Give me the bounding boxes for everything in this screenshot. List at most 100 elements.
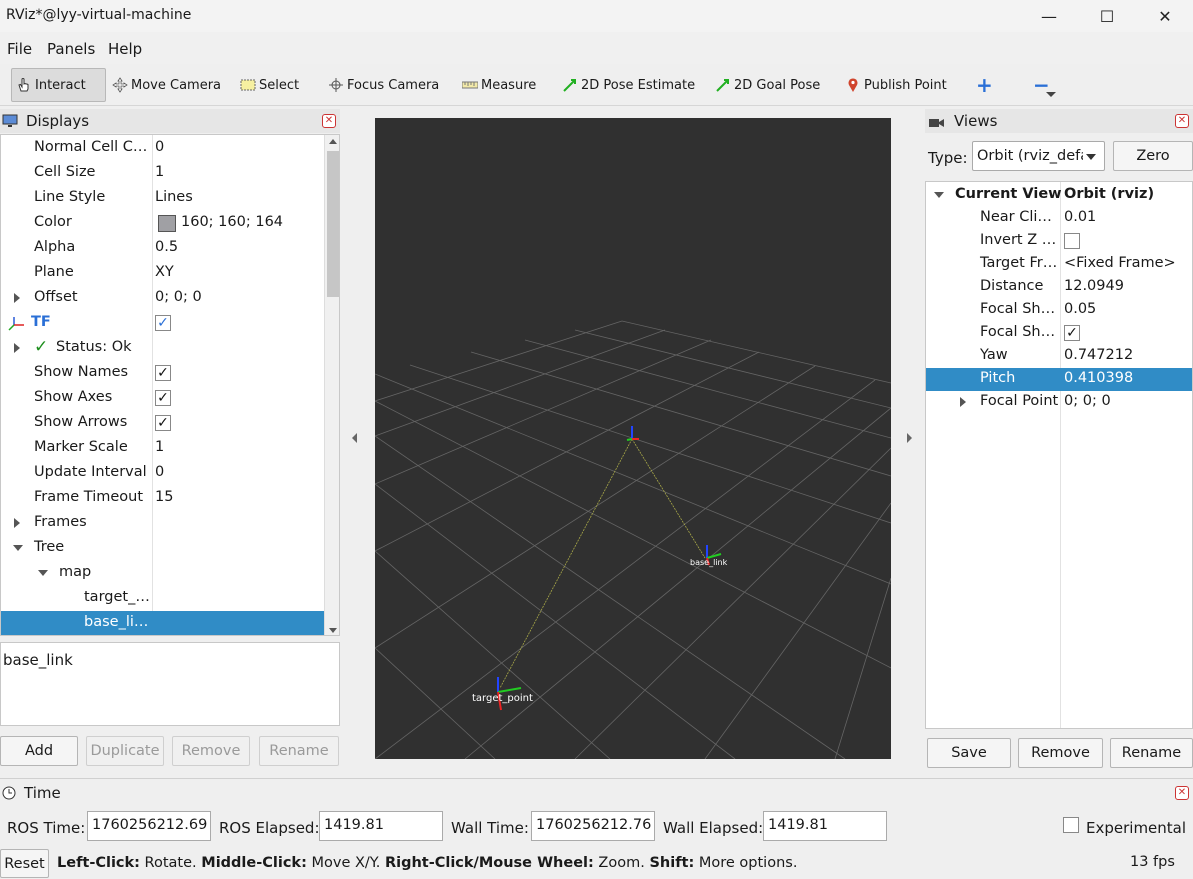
prop-row[interactable]: ✓ Status: Ok: [1, 336, 324, 361]
measure-tool[interactable]: Measure: [458, 68, 540, 102]
wall-time-field[interactable]: 1760256212.76: [531, 811, 655, 841]
show-names-checkbox[interactable]: ✓: [155, 365, 171, 381]
prop-row[interactable]: Show Arrows ✓: [1, 411, 324, 436]
minimize-button[interactable]: —: [1020, 0, 1078, 32]
show-arrows-checkbox[interactable]: ✓: [155, 415, 171, 431]
add-button[interactable]: Add: [0, 736, 78, 766]
focus-camera-tool[interactable]: Focus Camera: [324, 68, 443, 102]
prop-row[interactable]: Show Names ✓: [1, 361, 324, 386]
prop-value[interactable]: 0.5: [155, 239, 178, 255]
close-icon[interactable]: ✕: [1175, 786, 1189, 800]
expand-arrow-icon[interactable]: [14, 518, 20, 528]
prop-row[interactable]: Offset 0; 0; 0: [1, 286, 324, 311]
collapse-arrow-icon[interactable]: [38, 570, 48, 576]
prop-row[interactable]: Color 160; 160; 164: [1, 211, 324, 236]
view-prop-value[interactable]: 0.410398: [1064, 370, 1133, 386]
focal-shape-checkbox[interactable]: ✓: [1064, 325, 1080, 341]
prop-row[interactable]: Alpha 0.5: [1, 236, 324, 261]
reset-button[interactable]: Reset: [0, 849, 49, 878]
goal-pose-tool[interactable]: 2D Goal Pose: [711, 68, 824, 102]
tree-item[interactable]: map: [1, 561, 324, 586]
prop-value[interactable]: 15: [155, 489, 173, 505]
prop-value[interactable]: XY: [155, 264, 174, 280]
prop-value[interactable]: 1: [155, 439, 164, 455]
ros-elapsed-field[interactable]: 1419.81: [319, 811, 443, 841]
view-type-select[interactable]: Orbit (rviz_defa: [972, 141, 1105, 171]
expand-arrow-icon[interactable]: [960, 397, 966, 407]
prop-row[interactable]: Marker Scale 1: [1, 436, 324, 461]
show-axes-checkbox[interactable]: ✓: [155, 390, 171, 406]
color-swatch[interactable]: [158, 215, 176, 232]
zero-button[interactable]: Zero: [1113, 141, 1193, 171]
collapse-arrow-icon[interactable]: [13, 545, 23, 551]
publish-point-tool[interactable]: Publish Point: [841, 68, 951, 102]
interact-tool[interactable]: Interact: [11, 68, 106, 102]
view-prop-value[interactable]: 0.05: [1064, 301, 1096, 317]
pose-estimate-tool[interactable]: 2D Pose Estimate: [558, 68, 699, 102]
view-prop-row[interactable]: Yaw 0.747212: [926, 345, 1192, 368]
prop-value[interactable]: 0; 0; 0: [155, 289, 202, 305]
remove-view-button[interactable]: Remove: [1018, 738, 1103, 768]
view-prop-row[interactable]: Focal Sh… ✓: [926, 322, 1192, 345]
view-prop-row[interactable]: Invert Z …: [926, 230, 1192, 253]
prop-row[interactable]: Normal Cell C… 0: [1, 136, 324, 161]
view-prop-row[interactable]: Distance 12.0949: [926, 276, 1192, 299]
prop-value[interactable]: 160; 160; 164: [181, 214, 283, 230]
view-prop-row-selected[interactable]: Pitch 0.410398: [926, 368, 1192, 391]
view-prop-row[interactable]: Target Fr… <Fixed Frame>: [926, 253, 1192, 276]
tree-item-selected[interactable]: base_li…: [1, 611, 324, 635]
expand-arrow-icon[interactable]: [14, 343, 20, 353]
view-prop-value[interactable]: 12.0949: [1064, 278, 1124, 294]
view-prop-value[interactable]: <Fixed Frame>: [1064, 255, 1176, 271]
prop-value[interactable]: 1: [155, 164, 164, 180]
prop-row[interactable]: Plane XY: [1, 261, 324, 286]
save-view-button[interactable]: Save: [927, 738, 1011, 768]
close-icon[interactable]: ✕: [322, 114, 336, 128]
collapse-arrow-icon[interactable]: [934, 192, 944, 198]
remove-display-button[interactable]: Remove: [172, 736, 250, 766]
prop-value[interactable]: 0: [155, 464, 164, 480]
close-icon[interactable]: ✕: [1175, 114, 1189, 128]
view-prop-row[interactable]: Near Cli… 0.01: [926, 207, 1192, 230]
invert-z-checkbox[interactable]: [1064, 233, 1080, 249]
prop-row[interactable]: Frames: [1, 511, 324, 536]
toolbar-overflow-icon[interactable]: [1046, 92, 1056, 97]
collapse-right-icon[interactable]: [907, 433, 912, 443]
view-prop-value[interactable]: 0.01: [1064, 209, 1096, 225]
scrollbar-thumb[interactable]: [327, 151, 339, 297]
tree-item[interactable]: target_…: [1, 586, 324, 611]
experimental-checkbox[interactable]: [1063, 817, 1079, 833]
rename-view-button[interactable]: Rename: [1110, 738, 1193, 768]
tf-display-row[interactable]: TF ✓: [1, 311, 324, 336]
displays-scrollbar[interactable]: [324, 135, 339, 635]
add-tool-button[interactable]: +: [972, 68, 997, 102]
prop-value[interactable]: 0: [155, 139, 164, 155]
tf-enabled-checkbox[interactable]: ✓: [155, 315, 171, 331]
close-button[interactable]: ✕: [1136, 0, 1193, 32]
select-tool[interactable]: Select: [236, 68, 303, 102]
prop-row[interactable]: Show Axes ✓: [1, 386, 324, 411]
move-camera-tool[interactable]: Move Camera: [108, 68, 225, 102]
duplicate-button[interactable]: Duplicate: [86, 736, 164, 766]
menu-file[interactable]: File: [7, 40, 32, 58]
prop-row[interactable]: Line Style Lines: [1, 186, 324, 211]
prop-value[interactable]: Lines: [155, 189, 193, 205]
view-prop-value[interactable]: 0; 0; 0: [1064, 393, 1111, 409]
current-view-row[interactable]: Current View Orbit (rviz): [926, 184, 1192, 207]
prop-row[interactable]: Frame Timeout 15: [1, 486, 324, 511]
view-prop-row[interactable]: Focal Point 0; 0; 0: [926, 391, 1192, 414]
prop-row[interactable]: Update Interval 0: [1, 461, 324, 486]
prop-row[interactable]: Cell Size 1: [1, 161, 324, 186]
wall-elapsed-field[interactable]: 1419.81: [763, 811, 887, 841]
view-prop-value[interactable]: 0.747212: [1064, 347, 1133, 363]
menu-panels[interactable]: Panels: [47, 40, 95, 58]
view-prop-row[interactable]: Focal Sh… 0.05: [926, 299, 1192, 322]
maximize-button[interactable]: ☐: [1078, 0, 1136, 32]
collapse-left-icon[interactable]: [352, 433, 357, 443]
prop-row[interactable]: Tree: [1, 536, 324, 561]
ros-time-field[interactable]: 1760256212.69: [87, 811, 211, 841]
expand-arrow-icon[interactable]: [14, 293, 20, 303]
render-viewport[interactable]: base_link target_point: [374, 118, 892, 760]
menu-help[interactable]: Help: [108, 40, 142, 58]
rename-display-button[interactable]: Rename: [259, 736, 339, 766]
